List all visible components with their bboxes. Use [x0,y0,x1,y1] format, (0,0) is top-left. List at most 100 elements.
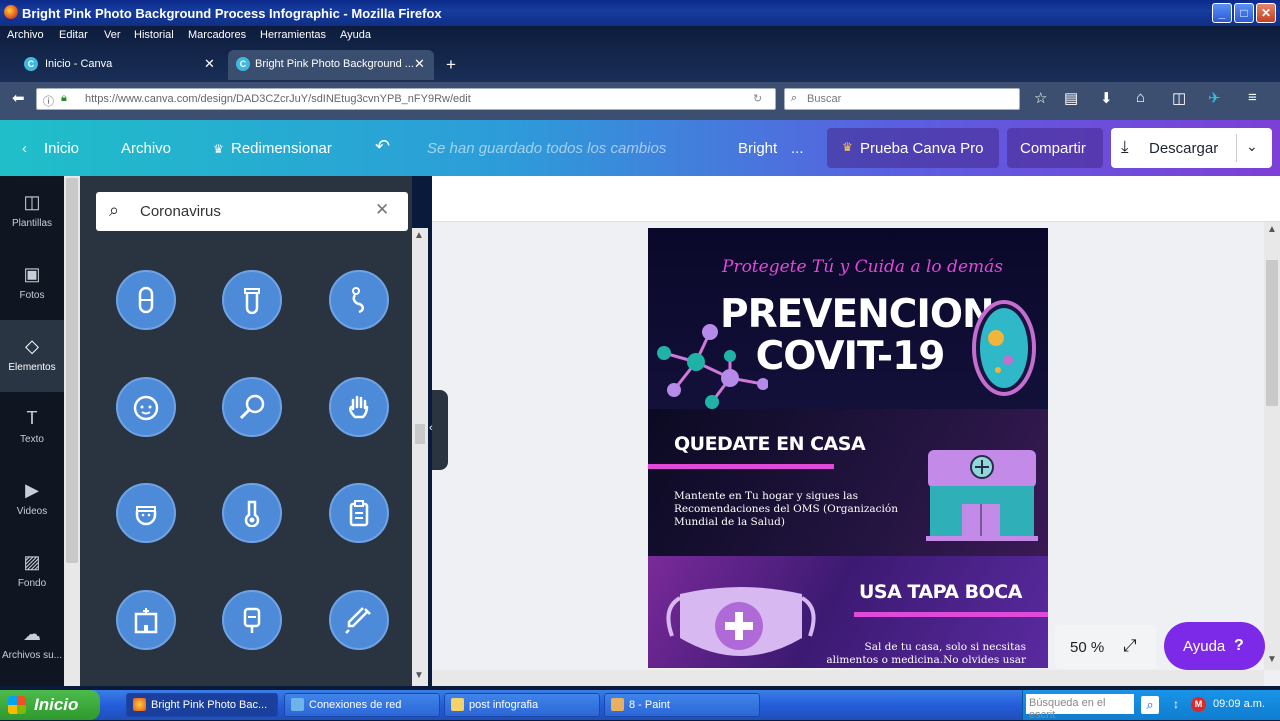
url-bar[interactable]: ⓘ 🔒︎ https://www.canva.com/design/DAD3CZ… [36,88,776,110]
menu-herramientas[interactable]: Herramientas [260,29,326,41]
resize-button[interactable]: Redimensionar [231,140,332,157]
tab-bright-pink[interactable]: C Bright Pink Photo Background ... ✕ [228,50,434,80]
molecule-graphic[interactable] [650,320,768,410]
rail-plantillas[interactable]: ◫ Plantillas [0,176,64,248]
menu-archivo[interactable]: Archivo [7,29,44,41]
antivirus-icon[interactable]: M [1191,697,1206,712]
rail-fotos[interactable]: ▣ Fotos [0,248,64,320]
rail-videos[interactable]: ▶ Videos [0,464,64,536]
rail-texto[interactable]: T Texto [0,392,64,464]
canvas-horizontal-scrollbar[interactable] [432,670,1264,686]
face-mask-graphic[interactable] [660,586,822,668]
panel-scrollbar[interactable]: ▲ ▼ [412,228,428,686]
chevron-down-icon[interactable]: ⌄ [1246,138,1258,155]
virus-cell-graphic[interactable] [968,298,1040,398]
design-page[interactable]: Protegete Tú y Cuida a lo demás PREVENCI… [648,228,1048,668]
taskbar-search-input[interactable]: Búsqueda en el escrit [1026,694,1134,721]
search-icon: ⌕ [109,200,120,220]
video-icon: ▶ [25,480,39,500]
maximize-button[interactable]: □ [1234,3,1254,23]
share-button[interactable]: Compartir [1007,128,1103,168]
download-icon: ⤓ [1121,137,1129,156]
menu-marcadores[interactable]: Marcadores [188,29,246,41]
design-title[interactable]: Bright [738,140,777,157]
try-pro-button[interactable]: ♛ Prueba Canva Pro [827,128,999,168]
pregnant-icon[interactable] [329,270,389,330]
zoom-level[interactable]: 50 % [1070,639,1104,656]
scroll-thumb[interactable] [1266,260,1278,406]
scroll-thumb[interactable] [415,424,425,444]
rail-fondo[interactable]: ▨ Fondo [0,536,64,608]
iv-bag-icon[interactable] [222,590,282,650]
house-graphic[interactable] [924,446,1040,542]
menu-historial[interactable]: Historial [134,29,174,41]
undo-icon[interactable]: ↶ [375,136,390,157]
home-icon[interactable]: ⌂ [1136,89,1145,106]
back-arrow-icon[interactable]: ⬅ [12,89,25,107]
downloads-icon[interactable]: ⬇ [1100,89,1113,107]
pocket-icon[interactable]: ◫ [1172,89,1186,107]
elements-search-input[interactable]: ⌕ Coronavirus ✕ [96,192,408,231]
clear-icon[interactable]: ✕ [375,200,389,220]
design-title-more[interactable]: ... [791,140,804,157]
tagline[interactable]: Protegete Tú y Cuida a lo demás [722,257,1003,277]
collapse-panel-button[interactable]: ‹ [429,390,448,470]
menu-editar[interactable]: Editar [59,29,88,41]
zoom-control[interactable]: 50 % ⤢ [1055,625,1156,669]
reading-list-icon[interactable]: ▤ [1064,89,1078,107]
test-tube-icon[interactable] [222,270,282,330]
scroll-down-icon[interactable]: ▼ [414,670,424,681]
menu-ayuda[interactable]: Ayuda [340,29,371,41]
task-firefox[interactable]: Bright Pink Photo Bac... [126,693,278,717]
heading-tapaboca[interactable]: USA TAPA BOCA [859,581,1022,603]
task-network[interactable]: Conexiones de red [284,693,440,717]
task-paint[interactable]: 8 - Paint [604,693,760,717]
file-menu[interactable]: Archivo [121,140,171,157]
body-tapaboca[interactable]: Sal de tu casa, solo si necsitas aliment… [826,641,1026,668]
tab-close-icon[interactable]: ✕ [414,56,425,72]
pill-icon[interactable] [116,270,176,330]
info-icon[interactable]: ⓘ [43,93,54,109]
task-folder[interactable]: post infografia [444,693,600,717]
tab-close-icon[interactable]: ✕ [204,56,215,72]
bookmark-star-icon[interactable]: ☆ [1034,89,1047,107]
rail-elementos[interactable]: ◇ Elementos [0,320,64,392]
magnifier-icon[interactable] [222,377,282,437]
search-icon[interactable]: ⌕ [1141,696,1159,714]
reload-icon[interactable]: ↻ [753,92,762,105]
scroll-thumb[interactable] [66,178,78,563]
rail-uploads[interactable]: ☁ Archivos su... [0,608,64,680]
close-window-button[interactable]: ✕ [1256,3,1276,23]
arrow-icon[interactable]: ↕ [1173,697,1179,711]
fullscreen-icon[interactable]: ⤢ [1123,636,1137,656]
browser-search-input[interactable]: ⌕ Buscar [784,88,1020,110]
hand-icon[interactable] [329,377,389,437]
home-link[interactable]: Inicio [44,140,79,157]
heading-quedate[interactable]: QUEDATE EN CASA [674,433,866,455]
nurse-icon[interactable] [116,483,176,543]
body-quedate[interactable]: Mantente en Tu hogar y sigues las Recome… [674,490,924,529]
scroll-up-icon[interactable]: ▲ [414,230,424,241]
rail-label: Videos [16,506,48,517]
help-button[interactable]: Ayuda ? [1164,622,1265,670]
menu-ver[interactable]: Ver [104,29,121,41]
chevron-left-icon: ‹ [429,422,433,434]
canvas-vertical-scrollbar[interactable]: ▲ ▼ [1264,222,1280,670]
hospital-icon[interactable] [116,590,176,650]
scroll-down-icon[interactable]: ▼ [1267,654,1277,665]
start-button[interactable]: Inicio [0,690,100,720]
rail-scrollbar[interactable] [64,176,80,686]
hamburger-menu-icon[interactable]: ≡ [1248,89,1257,106]
clipboard-icon[interactable] [329,483,389,543]
download-button[interactable]: ⤓ Descargar ⌄ [1111,128,1272,168]
clock: 09:09 a.m. [1213,698,1265,710]
back-chevron-icon[interactable]: ‹ [22,140,27,157]
minimize-button[interactable]: _ [1212,3,1232,23]
tab-inicio-canva[interactable]: C Inicio - Canva ✕ [18,50,224,80]
extension-icon[interactable]: ✈ [1208,89,1221,107]
thermometer-icon[interactable] [222,483,282,543]
baby-icon[interactable] [116,377,176,437]
syringe-icon[interactable] [329,590,389,650]
scroll-up-icon[interactable]: ▲ [1267,224,1277,235]
new-tab-button[interactable]: + [446,55,456,75]
